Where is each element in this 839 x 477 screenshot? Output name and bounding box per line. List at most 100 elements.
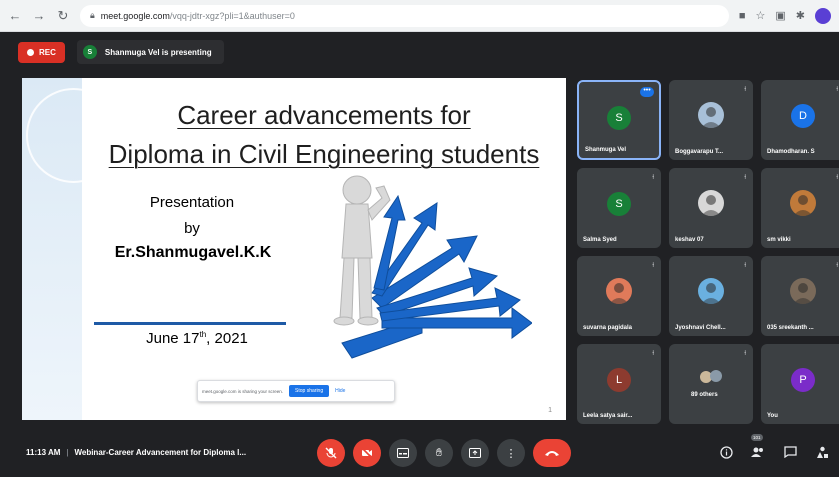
participant-photo — [606, 278, 632, 304]
meeting-title: Webinar-Career Advancement for Diploma l… — [74, 448, 247, 457]
date-prefix: June 17 — [146, 330, 200, 347]
people-count-badge: 101 — [751, 434, 763, 441]
participant-tile[interactable]: L ⍿ Leela satya sair... — [577, 344, 661, 424]
url-host: meet.google.com — [100, 10, 170, 21]
participant-tile[interactable]: P You — [761, 344, 839, 424]
people-icon — [751, 447, 763, 457]
share-status-text: meet.google.com is sharing your screen. — [202, 388, 284, 394]
meet-bottom-bar: 11:13 AM | Webinar-Career Advancement for … — [0, 432, 839, 477]
presentation-label: Presentation — [149, 194, 235, 211]
info-icon[interactable] — [717, 440, 735, 464]
recording-badge: REC — [18, 41, 65, 63]
participant-tile[interactable]: ⍿ Jyoshnavi Chell... — [669, 256, 753, 336]
participant-tile[interactable]: ⍿ suvarna pagidala — [577, 256, 661, 336]
muted-mic-icon: ⍿ — [652, 174, 654, 181]
participant-tile[interactable]: ⍿ sm vikki — [761, 168, 839, 248]
participant-photo — [698, 278, 724, 304]
lock-icon: 🔒︎ — [90, 10, 95, 20]
participant-tile[interactable]: ⍿ 89 others — [669, 344, 753, 424]
activities-icon[interactable] — [813, 440, 831, 464]
slide-page-number: 1 — [548, 407, 552, 414]
forward-icon[interactable]: → — [32, 8, 46, 23]
clock-time: 11:13 AM — [26, 448, 61, 457]
muted-mic-icon: ⍿ — [744, 350, 746, 357]
screen-share-banner: meet.google.com is sharing your screen. … — [197, 380, 395, 402]
puzzle-icon[interactable]: ✱ — [796, 9, 805, 22]
tile-options-icon[interactable]: ••• — [640, 87, 654, 97]
separator: | — [66, 448, 69, 457]
present-icon[interactable] — [461, 439, 489, 467]
participant-avatar: P — [791, 368, 815, 392]
participant-name: suvarna pagidala — [583, 325, 633, 331]
url-path: /vqq-jdtr-xgz?pli=1&authuser=0 — [169, 10, 295, 21]
muted-mic-icon: ⍿ — [836, 174, 838, 181]
participant-name: Shanmuga Vel — [585, 147, 627, 153]
browser-actions: ■ ☆ ▣ ✱ — [739, 7, 831, 24]
muted-mic-icon: ⍿ — [652, 350, 654, 357]
divider-line — [94, 322, 286, 325]
hide-banner-button[interactable]: Hide — [335, 388, 345, 394]
slide-title-line-2: Diploma in Civil Engineering students — [108, 139, 540, 169]
participant-photo — [790, 278, 816, 304]
meet-window: ← → ↻ 🔒︎ meet.google.com/vqq-jdtr-xgz?pl… — [0, 0, 839, 477]
presenting-indicator[interactable]: S Shanmuga Vel is presenting — [76, 40, 224, 64]
participant-avatar: S — [607, 192, 631, 216]
muted-mic-icon: ⍿ — [744, 86, 746, 93]
back-icon[interactable]: ← — [8, 8, 22, 23]
reload-icon[interactable]: ↻ — [56, 8, 70, 24]
by-label: by — [184, 220, 200, 237]
extension-icon[interactable]: ▣ — [775, 9, 785, 22]
raise-hand-icon[interactable]: ✋︎ — [425, 439, 453, 467]
camera-off-icon[interactable] — [353, 439, 381, 467]
others-group-icon — [698, 364, 724, 390]
presentation-by: Presentation by — [117, 190, 267, 242]
meet-top-bar: REC S Shanmuga Vel is presenting — [0, 32, 839, 72]
recording-label: REC — [39, 47, 56, 57]
browser-toolbar: ← → ↻ 🔒︎ meet.google.com/vqq-jdtr-xgz?pl… — [0, 0, 839, 32]
participant-tile[interactable]: ⍿ keshav 07 — [669, 168, 753, 248]
chat-icon[interactable] — [781, 440, 799, 464]
stop-sharing-button[interactable]: Stop sharing — [289, 385, 330, 397]
address-bar[interactable]: 🔒︎ meet.google.com/vqq-jdtr-xgz?pli=1&au… — [80, 4, 729, 27]
presenter-name: Er.Shanmugavel.K.K — [114, 244, 272, 261]
muted-mic-icon: ⍿ — [652, 262, 654, 269]
presenter-avatar: S — [82, 45, 97, 59]
captions-icon[interactable] — [389, 439, 417, 467]
participant-grid: S ••• Shanmuga Vel ⍿ Boggavarapu T... D ⍿ Dhamo… — [575, 80, 839, 425]
participant-name: Leela satya sair... — [583, 413, 633, 419]
muted-mic-icon: ⍿ — [744, 262, 746, 269]
mic-off-icon[interactable] — [317, 439, 345, 467]
participant-name: Jyoshnavi Chell... — [675, 325, 726, 331]
more-options-icon[interactable]: ⋮ — [497, 439, 525, 467]
side-panel-controls: 101 — [717, 434, 831, 464]
camera-permission-icon[interactable]: ■ — [739, 10, 746, 22]
participant-photo — [698, 102, 724, 128]
muted-mic-icon: ⍿ — [836, 86, 838, 93]
muted-mic-icon: ⍿ — [744, 174, 746, 181]
participant-name: 035 sreekanth ... — [767, 325, 814, 331]
slide-title: Career advancements for Diploma in Civil… — [82, 96, 566, 174]
participant-name: 89 others — [691, 392, 718, 398]
participant-name: Boggavarapu T... — [675, 149, 724, 155]
participant-photo — [790, 190, 816, 216]
participant-name: Dhamodharan. S — [767, 149, 815, 155]
participant-tile[interactable]: S ••• Shanmuga Vel — [577, 80, 661, 160]
people-button[interactable]: 101 — [749, 434, 767, 464]
presentation-slide: Career advancements for Diploma in Civil… — [22, 78, 566, 420]
participant-name: You — [767, 413, 778, 419]
profile-avatar[interactable] — [815, 7, 831, 24]
participant-tile[interactable]: ⍿ Boggavarapu T... — [669, 80, 753, 160]
participant-avatar: L — [607, 368, 631, 392]
crossroads-figure-illustration — [333, 175, 532, 359]
bookmark-star-icon[interactable]: ☆ — [756, 9, 766, 22]
meeting-info: 11:13 AM | Webinar-Career Advancement for … — [26, 448, 246, 457]
end-call-icon[interactable] — [533, 439, 571, 467]
call-controls: ✋︎ ⋮ — [317, 439, 571, 467]
participant-tile[interactable]: ⍿ 035 sreekanth ... — [761, 256, 839, 336]
participant-name: Salma Syed — [583, 237, 617, 243]
participant-tile[interactable]: D ⍿ Dhamodharan. S — [761, 80, 839, 160]
participant-avatar: S — [607, 106, 631, 130]
participant-name: keshav 07 — [675, 237, 704, 243]
participant-tile[interactable]: S ⍿ Salma Syed — [577, 168, 661, 248]
date-year: , 2021 — [206, 330, 248, 347]
